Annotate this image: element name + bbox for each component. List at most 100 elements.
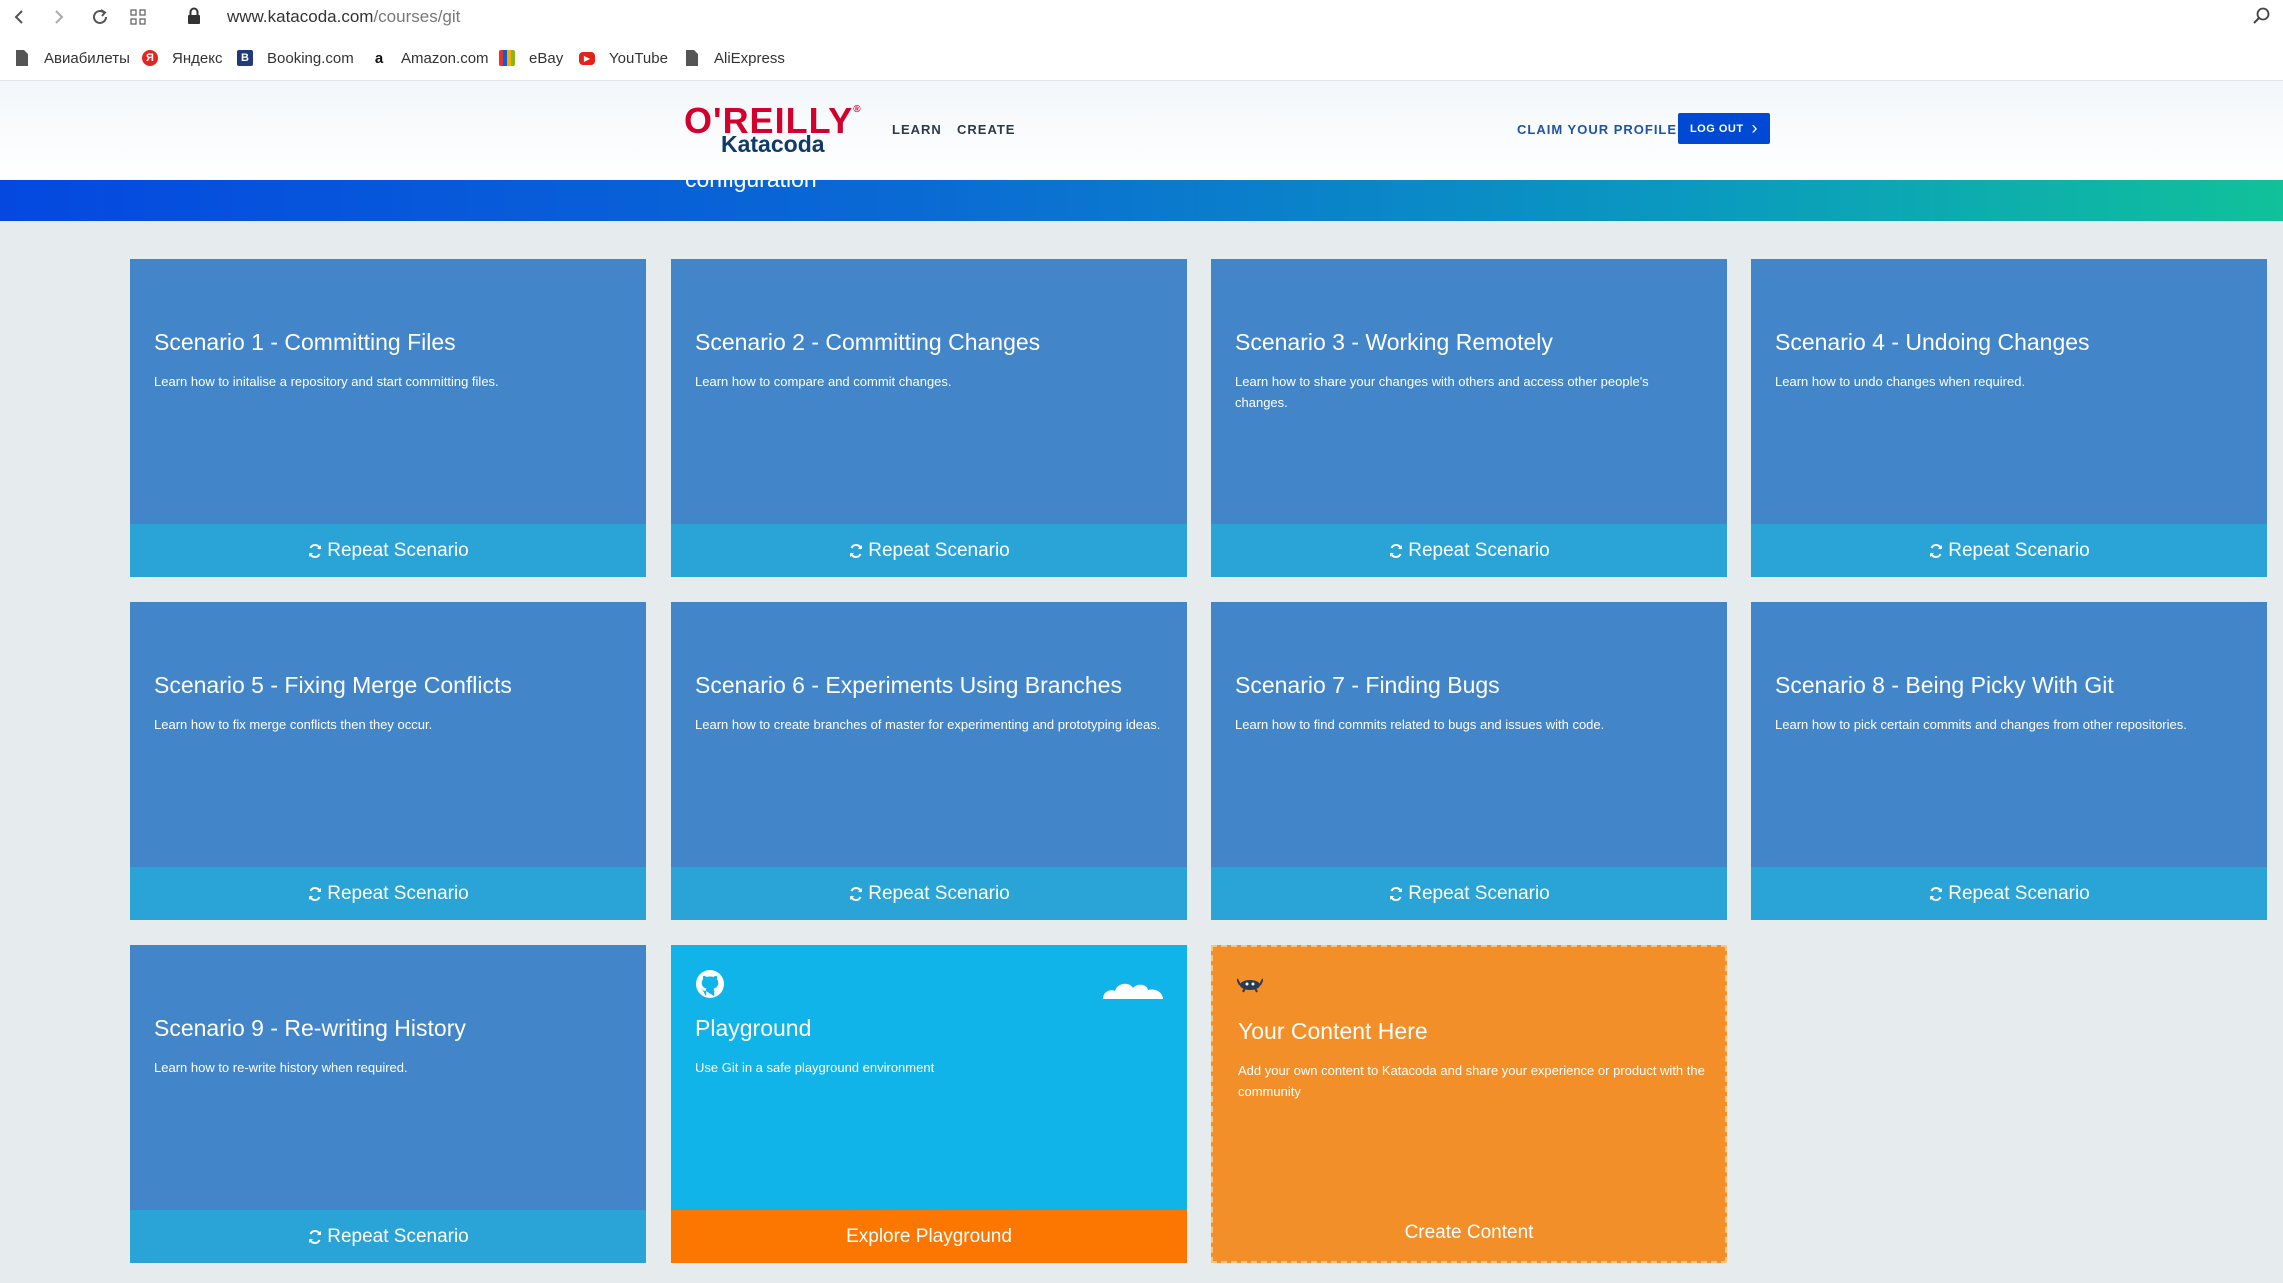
repeat-label: Repeat Scenario (1408, 882, 1550, 904)
file-icon (684, 50, 700, 66)
scenario-card-1[interactable]: Scenario 1 - Committing Files Learn how … (130, 259, 646, 577)
nav-create[interactable]: CREATE (957, 122, 1015, 137)
scenario-card-4[interactable]: Scenario 4 - Undoing Changes Learn how t… (1751, 259, 2267, 577)
browser-chrome: www.katacoda.com/courses/git Авиабилеты … (0, 0, 2283, 80)
search-icon[interactable] (2252, 6, 2274, 28)
refresh-icon (307, 886, 323, 902)
repeat-scenario-button[interactable]: Repeat Scenario (130, 867, 646, 920)
scenario-title: Scenario 8 - Being Picky With Git (1775, 672, 2114, 698)
scenario-desc: Learn how to initalise a repository and … (154, 374, 499, 389)
content-desc: Add your own content to Katacoda and sha… (1238, 1063, 1705, 1099)
logout-label: LOG OUT (1689, 122, 1744, 135)
nav-learn[interactable]: LEARN (892, 122, 942, 137)
repeat-scenario-button[interactable]: Repeat Scenario (671, 524, 1187, 577)
repeat-label: Repeat Scenario (1408, 539, 1550, 561)
scenario-title: Scenario 3 - Working Remotely (1235, 329, 1553, 355)
repeat-label: Repeat Scenario (327, 882, 469, 904)
bookmark-ebay[interactable]: eBay (499, 44, 563, 72)
course-banner: configuration (0, 180, 2283, 221)
repeat-scenario-button[interactable]: Repeat Scenario (130, 524, 646, 577)
repeat-scenario-button[interactable]: Repeat Scenario (1211, 524, 1727, 577)
katacoda-critter-icon (1236, 975, 1264, 993)
scenario-card-9[interactable]: Scenario 9 - Re-writing History Learn ho… (130, 945, 646, 1263)
youtube-icon: ▶ (579, 51, 595, 65)
scenario-card-2[interactable]: Scenario 2 - Committing Changes Learn ho… (671, 259, 1187, 577)
scenario-card-3[interactable]: Scenario 3 - Working Remotely Learn how … (1211, 259, 1727, 577)
refresh-icon (1928, 543, 1944, 559)
refresh-icon (848, 543, 864, 559)
bookmark-label: eBay (529, 49, 564, 67)
scenario-card-7[interactable]: Scenario 7 - Finding Bugs Learn how to f… (1211, 602, 1727, 920)
refresh-icon (307, 543, 323, 559)
scenario-card-8[interactable]: Scenario 8 - Being Picky With Git Learn … (1751, 602, 2267, 920)
bookmark-label: Авиабилеты (44, 49, 130, 67)
bookmark-yandex[interactable]: Я Яндекс (142, 44, 222, 72)
scenario-desc: Learn how to re-write history when requi… (154, 1060, 408, 1075)
amazon-icon: a (374, 49, 384, 67)
content-title: Your Content Here (1238, 1018, 1428, 1044)
bookmark-amazon[interactable]: a Amazon.com (371, 44, 489, 72)
repeat-scenario-button[interactable]: Repeat Scenario (1751, 524, 2267, 577)
scenario-title: Scenario 7 - Finding Bugs (1235, 672, 1500, 698)
apps-grid-icon[interactable] (130, 9, 146, 25)
repeat-label: Repeat Scenario (327, 539, 469, 561)
create-content-button[interactable]: Create Content (1213, 1206, 1725, 1259)
bookmark-label: Яндекс (172, 49, 223, 67)
reload-icon[interactable] (89, 6, 111, 28)
repeat-scenario-button[interactable]: Repeat Scenario (1211, 867, 1727, 920)
playground-title: Playground (695, 1015, 812, 1041)
explore-playground-button[interactable]: Explore Playground (671, 1210, 1187, 1263)
address-bar-row: www.katacoda.com/courses/git (0, 0, 2283, 36)
cloud-icon (1101, 975, 1165, 1001)
scenario-desc: Learn how to undo changes when required. (1775, 374, 2026, 389)
forward-icon[interactable] (48, 6, 70, 28)
playground-card[interactable]: Playground Use Git in a safe playground … (671, 945, 1187, 1263)
repeat-label: Repeat Scenario (868, 539, 1010, 561)
scenario-title: Scenario 1 - Committing Files (154, 329, 456, 355)
scenario-card-6[interactable]: Scenario 6 - Experiments Using Branches … (671, 602, 1187, 920)
scenario-desc: Learn how to fix merge conflicts then th… (154, 717, 433, 732)
repeat-scenario-button[interactable]: Repeat Scenario (130, 1210, 646, 1263)
refresh-icon (1388, 886, 1404, 902)
scenario-desc: Learn how to pick certain commits and ch… (1775, 717, 2187, 732)
scenario-desc: Learn how to find commits related to bug… (1235, 717, 1605, 732)
katacoda-logo[interactable]: Katacoda (721, 131, 825, 158)
your-content-card[interactable]: Your Content Here Add your own content t… (1211, 945, 1727, 1263)
banner-text: configuration (685, 180, 817, 193)
file-icon (14, 50, 30, 66)
bookmark-label: AliExpress (714, 49, 785, 67)
claim-profile-link[interactable]: CLAIM YOUR PROFILE (1517, 122, 1677, 137)
bookmark-booking[interactable]: B Booking.com (237, 44, 354, 72)
lock-icon[interactable] (186, 7, 204, 27)
repeat-label: Repeat Scenario (1948, 882, 2090, 904)
github-icon (695, 969, 725, 999)
address-url[interactable]: www.katacoda.com/courses/git (227, 7, 460, 27)
scenario-title: Scenario 6 - Experiments Using Branches (695, 672, 1122, 698)
scenario-title: Scenario 5 - Fixing Merge Conflicts (154, 672, 512, 698)
scenario-card-5[interactable]: Scenario 5 - Fixing Merge Conflicts Lear… (130, 602, 646, 920)
scenario-title: Scenario 2 - Committing Changes (695, 329, 1041, 355)
yandex-icon: Я (142, 50, 158, 66)
refresh-icon (1928, 886, 1944, 902)
scenario-title: Scenario 9 - Re-writing History (154, 1015, 466, 1041)
logout-button[interactable]: LOG OUT › (1678, 113, 1770, 144)
scenario-title: Scenario 4 - Undoing Changes (1775, 329, 2090, 355)
scenario-desc: Learn how to create branches of master f… (695, 717, 1161, 732)
repeat-label: Repeat Scenario (868, 882, 1010, 904)
site-header (0, 80, 2283, 180)
bookmark-label: Amazon.com (401, 49, 489, 67)
back-icon[interactable] (8, 6, 30, 28)
repeat-scenario-button[interactable]: Repeat Scenario (671, 867, 1187, 920)
repeat-label: Repeat Scenario (1948, 539, 2090, 561)
refresh-icon (307, 1229, 323, 1245)
scenario-desc: Learn how to compare and commit changes. (695, 374, 952, 389)
bookmark-aliexpress[interactable]: AliExpress (684, 44, 785, 72)
bookmark-label: YouTube (609, 49, 668, 67)
url-domain: www.katacoda.com (227, 7, 374, 26)
bookmark-aviabilety[interactable]: Авиабилеты (14, 44, 130, 72)
playground-desc: Use Git in a safe playground environment (695, 1060, 935, 1075)
repeat-label: Repeat Scenario (327, 1225, 469, 1247)
scenario-desc: Learn how to share your changes with oth… (1235, 374, 1649, 410)
repeat-scenario-button[interactable]: Repeat Scenario (1751, 867, 2267, 920)
bookmark-youtube[interactable]: ▶ YouTube (579, 44, 668, 72)
